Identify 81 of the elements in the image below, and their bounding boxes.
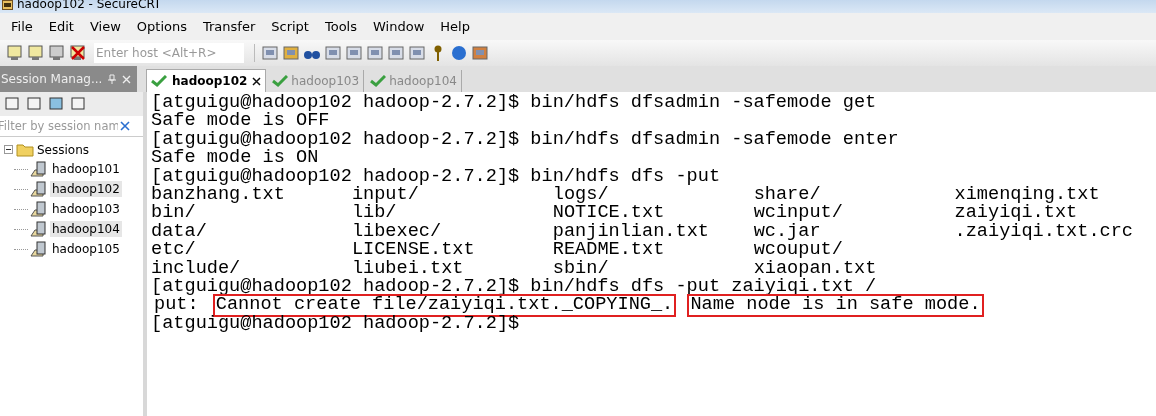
file-name: data/ (151, 222, 208, 242)
file-name: panjinlian.txt (552, 222, 710, 242)
file-name: liubei.txt (351, 259, 464, 279)
session-icon (30, 160, 48, 178)
file-name: banzhang.txt (151, 186, 285, 205)
session-icon (30, 200, 48, 218)
session-item[interactable]: hadoop102 (50, 181, 122, 197)
terminal-line: [atguigu@hadoop102 hadoop-2.7.2]$ bin/hdfs dfs -put zaiyiqi.txt / (151, 278, 877, 297)
terminal-line: Safe mode is OFF (151, 112, 330, 131)
disconnect-icon[interactable] (69, 44, 87, 62)
menu-item[interactable]: Transfer (195, 19, 264, 34)
close-icon[interactable] (252, 76, 262, 86)
menu-item[interactable]: Edit (40, 19, 82, 34)
file-name: logs/ (552, 186, 609, 205)
toolbar-icon[interactable] (471, 44, 489, 62)
file-name: libexec/ (351, 222, 443, 242)
session-item[interactable]: hadoop105 (50, 241, 122, 257)
file-name: zaiyiqi.txt (954, 204, 1078, 223)
menu-item[interactable]: Script (263, 19, 317, 34)
terminal-line: [atguigu@hadoop102 hadoop-2.7.2]$ (151, 314, 520, 334)
session-icon (30, 180, 48, 198)
menu-item[interactable]: Tools (317, 19, 365, 34)
computer-icon[interactable] (6, 44, 24, 62)
file-name: README.txt (552, 241, 665, 260)
file-name: ximenqing.txt (954, 186, 1101, 205)
file-name: .zaiyiqi.txt.crc (954, 222, 1135, 242)
file-name: input/ (351, 186, 419, 205)
toolbar-icon[interactable] (48, 96, 66, 112)
file-name: LICENSE.txt (351, 241, 476, 260)
check-icon (272, 75, 289, 87)
menu-item[interactable]: File (3, 19, 41, 34)
file-name: sbin/ (552, 259, 609, 279)
host-field[interactable]: Enter host <Alt+R> (94, 43, 244, 63)
menu-item[interactable]: Options (128, 19, 195, 34)
terminal-line: [atguigu@hadoop102 hadoop-2.7.2]$ bin/hdfs dfs -put (151, 167, 721, 187)
file-name: etc/ (151, 241, 196, 260)
terminal-line: [atguigu@hadoop102 hadoop-2.7.2]$ bin/hdfs dfsadmin -safemode get (151, 94, 877, 113)
file-name: bin/ (151, 204, 196, 223)
check-icon (151, 75, 167, 87)
file-name: wcouput/ (753, 241, 843, 260)
toolbar-icon[interactable] (261, 44, 279, 62)
help-icon[interactable] (450, 44, 468, 62)
toolbar-icon[interactable] (366, 44, 384, 62)
toolbar-icon[interactable] (387, 44, 405, 62)
session-item[interactable]: hadoop101 (50, 161, 122, 177)
collapse-icon[interactable] (4, 145, 13, 154)
app-icon (2, 0, 13, 10)
toolbar-icon[interactable] (4, 96, 22, 112)
file-name: wc.jar (753, 222, 821, 242)
toolbar-icon[interactable] (324, 44, 342, 62)
toolbar-icon[interactable] (70, 96, 88, 112)
terminal-line: [atguigu@hadoop102 hadoop-2.7.2]$ bin/hdfs dfsadmin -safemode enter (151, 130, 899, 150)
toolbar-icon[interactable] (345, 44, 363, 62)
menu-item[interactable]: View (81, 19, 129, 34)
file-name: wcinput/ (753, 204, 844, 223)
panel-title: Session Manag... (1, 72, 103, 86)
computer-icon[interactable] (48, 44, 66, 62)
file-name: lib/ (351, 204, 397, 223)
menu-item[interactable]: Window (365, 19, 433, 34)
toolbar-icon[interactable] (26, 96, 44, 112)
toolbar-icon[interactable] (408, 44, 426, 62)
session-tab[interactable]: hadoop102 (146, 69, 267, 92)
file-name: NOTICE.txt (552, 204, 665, 223)
file-name: share/ (753, 186, 821, 205)
computer-icon[interactable] (27, 44, 45, 62)
file-name: include/ (151, 259, 241, 279)
pin-icon[interactable] (108, 74, 117, 84)
terminal-line: Safe mode is ON (151, 149, 319, 168)
check-icon (370, 75, 387, 87)
session-item[interactable]: hadoop103 (50, 201, 122, 217)
session-icon (30, 220, 48, 238)
tree-label[interactable]: Sessions (37, 142, 90, 157)
session-item[interactable]: hadoop104 (50, 221, 122, 237)
highlighted-error-text: Name node is in safe mode. (687, 294, 984, 317)
terminal-text: put: (153, 294, 199, 316)
clear-icon[interactable] (120, 121, 130, 131)
folder-icon (16, 142, 34, 157)
toolbar-icon[interactable] (282, 44, 300, 62)
session-icon (30, 240, 48, 258)
menu-item[interactable]: Help (432, 19, 478, 34)
file-name: xiaopan.txt (753, 259, 878, 279)
